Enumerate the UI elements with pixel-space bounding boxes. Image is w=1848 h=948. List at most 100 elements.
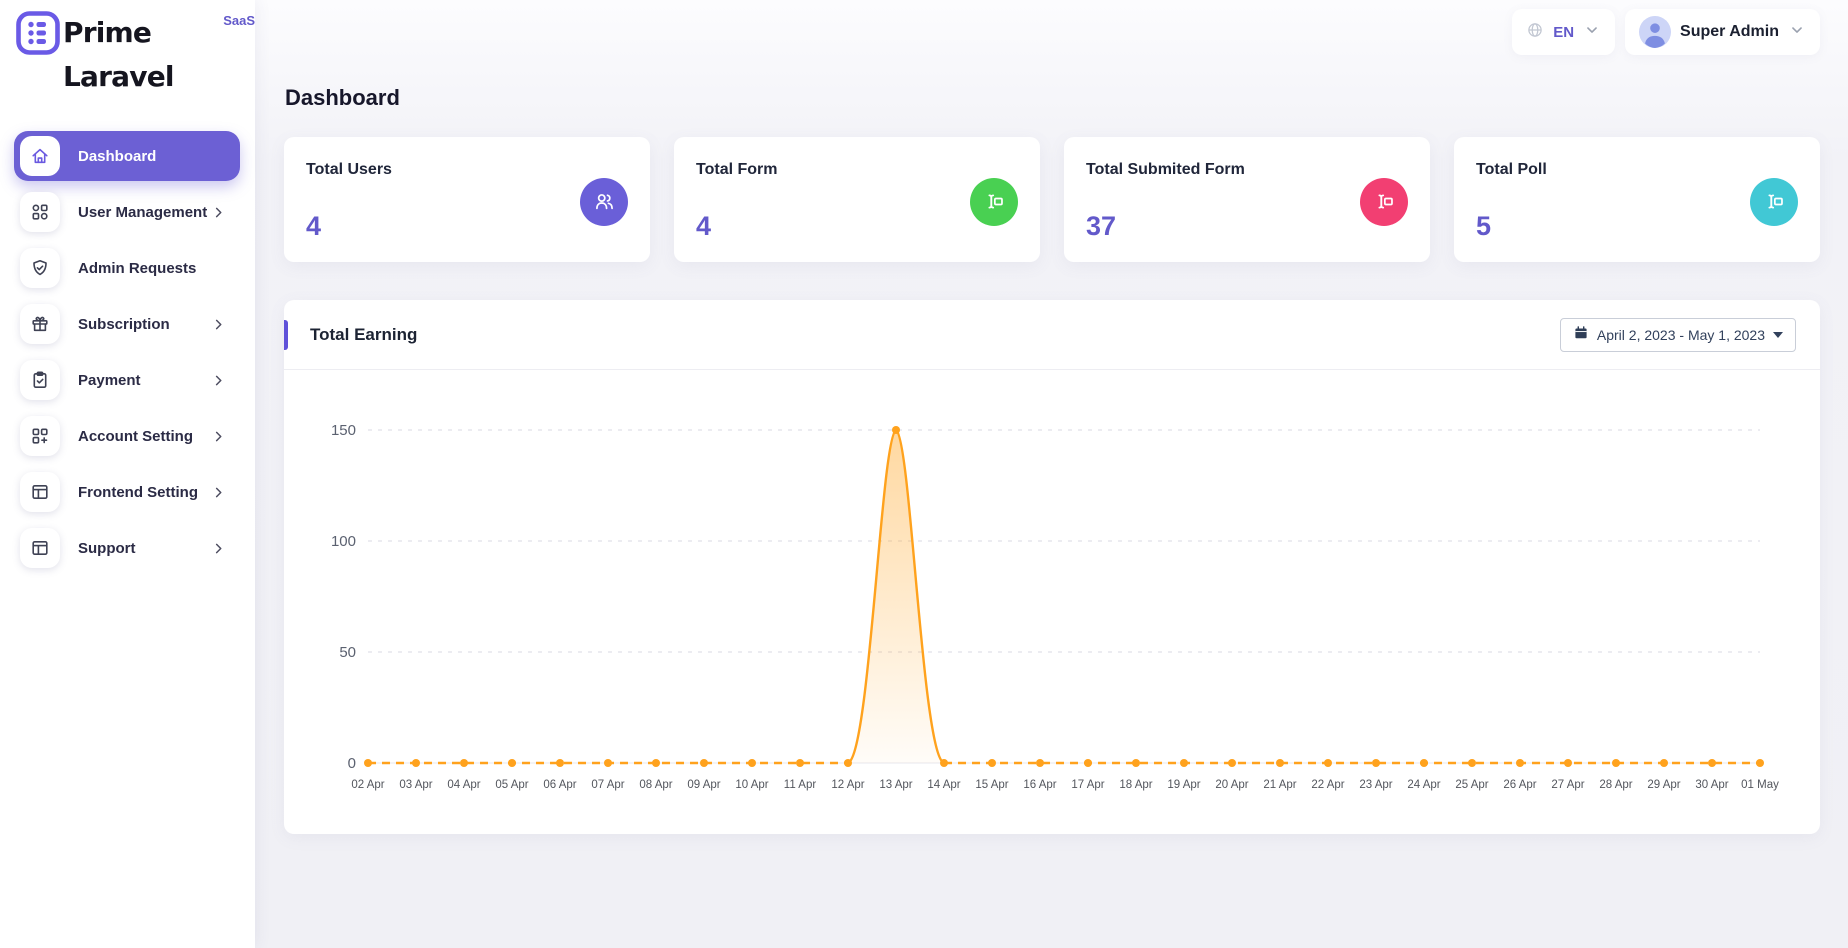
- main-content: EN Super Admin: [255, 0, 1848, 948]
- sidebar-item-label: Payment: [78, 372, 141, 389]
- profile-menu[interactable]: Super Admin: [1625, 9, 1820, 55]
- svg-text:20 Apr: 20 Apr: [1215, 779, 1248, 791]
- stat-label: Total Users: [306, 161, 392, 179]
- svg-text:22 Apr: 22 Apr: [1311, 779, 1344, 791]
- brand-logo-icon: [16, 11, 60, 55]
- sidebar-item-label: User Management: [78, 204, 207, 221]
- svg-text:30 Apr: 30 Apr: [1695, 779, 1728, 791]
- svg-text:01 May: 01 May: [1741, 779, 1779, 791]
- svg-text:24 Apr: 24 Apr: [1407, 779, 1440, 791]
- sidebar-item-label: Frontend Setting: [78, 484, 198, 501]
- form-input-icon: [970, 178, 1018, 226]
- chevron-right-icon: [211, 541, 226, 556]
- svg-text:04 Apr: 04 Apr: [447, 779, 480, 791]
- app-root: Prime Laravel SaaS Dashboard User Manage…: [0, 0, 1848, 948]
- svg-text:03 Apr: 03 Apr: [399, 779, 432, 791]
- chevron-right-icon: [211, 429, 226, 444]
- svg-text:25 Apr: 25 Apr: [1455, 779, 1488, 791]
- svg-text:11 Apr: 11 Apr: [784, 779, 817, 791]
- stat-card-total-users: Total Users 4: [284, 137, 650, 262]
- sidebar-item-dashboard[interactable]: Dashboard: [14, 131, 240, 181]
- globe-icon: [1526, 21, 1544, 44]
- chevron-down-icon: [1788, 21, 1806, 44]
- sidebar-item-label: Subscription: [78, 316, 170, 333]
- shield-check-icon: [20, 248, 60, 288]
- stat-card-total-form: Total Form 4: [674, 137, 1040, 262]
- svg-text:21 Apr: 21 Apr: [1263, 779, 1296, 791]
- svg-text:17 Apr: 17 Apr: [1071, 779, 1104, 791]
- gift-icon: [20, 304, 60, 344]
- calendar-icon: [1573, 325, 1589, 344]
- grid-icon: [20, 192, 60, 232]
- svg-text:0: 0: [348, 755, 356, 772]
- sidebar-item-support[interactable]: Support: [14, 523, 240, 573]
- sidebar: Prime Laravel SaaS Dashboard User Manage…: [0, 0, 255, 948]
- brand-name: Prime Laravel: [63, 11, 222, 99]
- layout-icon: [20, 472, 60, 512]
- layout-icon: [20, 528, 60, 568]
- svg-text:18 Apr: 18 Apr: [1119, 779, 1152, 791]
- date-range-picker[interactable]: April 2, 2023 - May 1, 2023: [1560, 318, 1796, 352]
- sidebar-item-label: Support: [78, 540, 136, 557]
- stat-value: 4: [306, 211, 392, 242]
- svg-text:15 Apr: 15 Apr: [975, 779, 1008, 791]
- sidebar-item-account-setting[interactable]: Account Setting: [14, 411, 240, 461]
- svg-text:06 Apr: 06 Apr: [543, 779, 576, 791]
- language-selector[interactable]: EN: [1512, 9, 1615, 55]
- stats-row: Total Users 4 Total Form 4 Total Submite…: [284, 137, 1820, 262]
- svg-text:100: 100: [331, 533, 356, 550]
- stat-value: 5: [1476, 211, 1547, 242]
- clipboard-check-icon: [20, 360, 60, 400]
- stat-value: 4: [696, 211, 777, 242]
- svg-text:10 Apr: 10 Apr: [735, 779, 768, 791]
- language-code: EN: [1553, 24, 1574, 41]
- stat-value: 37: [1086, 211, 1245, 242]
- sidebar-item-payment[interactable]: Payment: [14, 355, 240, 405]
- brand-badge: SaaS: [223, 13, 255, 28]
- chevron-down-icon: [1583, 21, 1601, 44]
- brand[interactable]: Prime Laravel SaaS: [0, 0, 255, 99]
- earning-chart: 0 50 100 150 02 Apr 03 Apr 04 Apr 05 Apr 06 Apr 0…: [284, 370, 1820, 834]
- grid-plus-icon: [20, 416, 60, 456]
- sidebar-nav: Dashboard User Management Admin Requests…: [0, 131, 255, 573]
- svg-text:09 Apr: 09 Apr: [687, 779, 720, 791]
- stat-label: Total Form: [696, 161, 777, 179]
- svg-text:05 Apr: 05 Apr: [495, 779, 528, 791]
- chevron-right-icon: [211, 205, 226, 220]
- svg-text:12 Apr: 12 Apr: [831, 779, 864, 791]
- page-title: Dashboard: [285, 85, 1820, 111]
- chevron-right-icon: [211, 373, 226, 388]
- svg-text:07 Apr: 07 Apr: [591, 779, 624, 791]
- stat-card-total-submited-form: Total Submited Form 37: [1064, 137, 1430, 262]
- svg-text:16 Apr: 16 Apr: [1023, 779, 1056, 791]
- svg-text:02 Apr: 02 Apr: [351, 779, 384, 791]
- svg-text:29 Apr: 29 Apr: [1647, 779, 1680, 791]
- svg-text:50: 50: [339, 644, 356, 661]
- earning-area-chart: 0 50 100 150 02 Apr 03 Apr 04 Apr 05 Apr 06 Apr 0…: [312, 384, 1792, 826]
- stat-label: Total Poll: [1476, 161, 1547, 179]
- svg-text:28 Apr: 28 Apr: [1599, 779, 1632, 791]
- sidebar-item-admin-requests[interactable]: Admin Requests: [14, 243, 240, 293]
- chart-title: Total Earning: [310, 325, 417, 345]
- stat-label: Total Submited Form: [1086, 161, 1245, 179]
- earning-card: Total Earning April 2, 2023 - May 1, 202…: [284, 300, 1820, 834]
- sidebar-item-subscription[interactable]: Subscription: [14, 299, 240, 349]
- sidebar-item-label: Account Setting: [78, 428, 193, 445]
- topbar: EN Super Admin: [284, 0, 1820, 55]
- svg-text:14 Apr: 14 Apr: [927, 779, 960, 791]
- svg-text:19 Apr: 19 Apr: [1167, 779, 1200, 791]
- svg-text:23 Apr: 23 Apr: [1359, 779, 1392, 791]
- sidebar-item-frontend-setting[interactable]: Frontend Setting: [14, 467, 240, 517]
- accent-bar: [284, 320, 288, 350]
- svg-text:150: 150: [331, 422, 356, 439]
- form-input-icon: [1360, 178, 1408, 226]
- user-name: Super Admin: [1680, 23, 1779, 41]
- sidebar-item-user-management[interactable]: User Management: [14, 187, 240, 237]
- earning-card-header: Total Earning April 2, 2023 - May 1, 202…: [284, 300, 1820, 370]
- date-range-label: April 2, 2023 - May 1, 2023: [1597, 327, 1765, 343]
- chevron-right-icon: [211, 317, 226, 332]
- sidebar-item-label: Admin Requests: [78, 260, 196, 277]
- sidebar-item-label: Dashboard: [78, 148, 156, 165]
- svg-text:08 Apr: 08 Apr: [639, 779, 672, 791]
- svg-text:27 Apr: 27 Apr: [1551, 779, 1584, 791]
